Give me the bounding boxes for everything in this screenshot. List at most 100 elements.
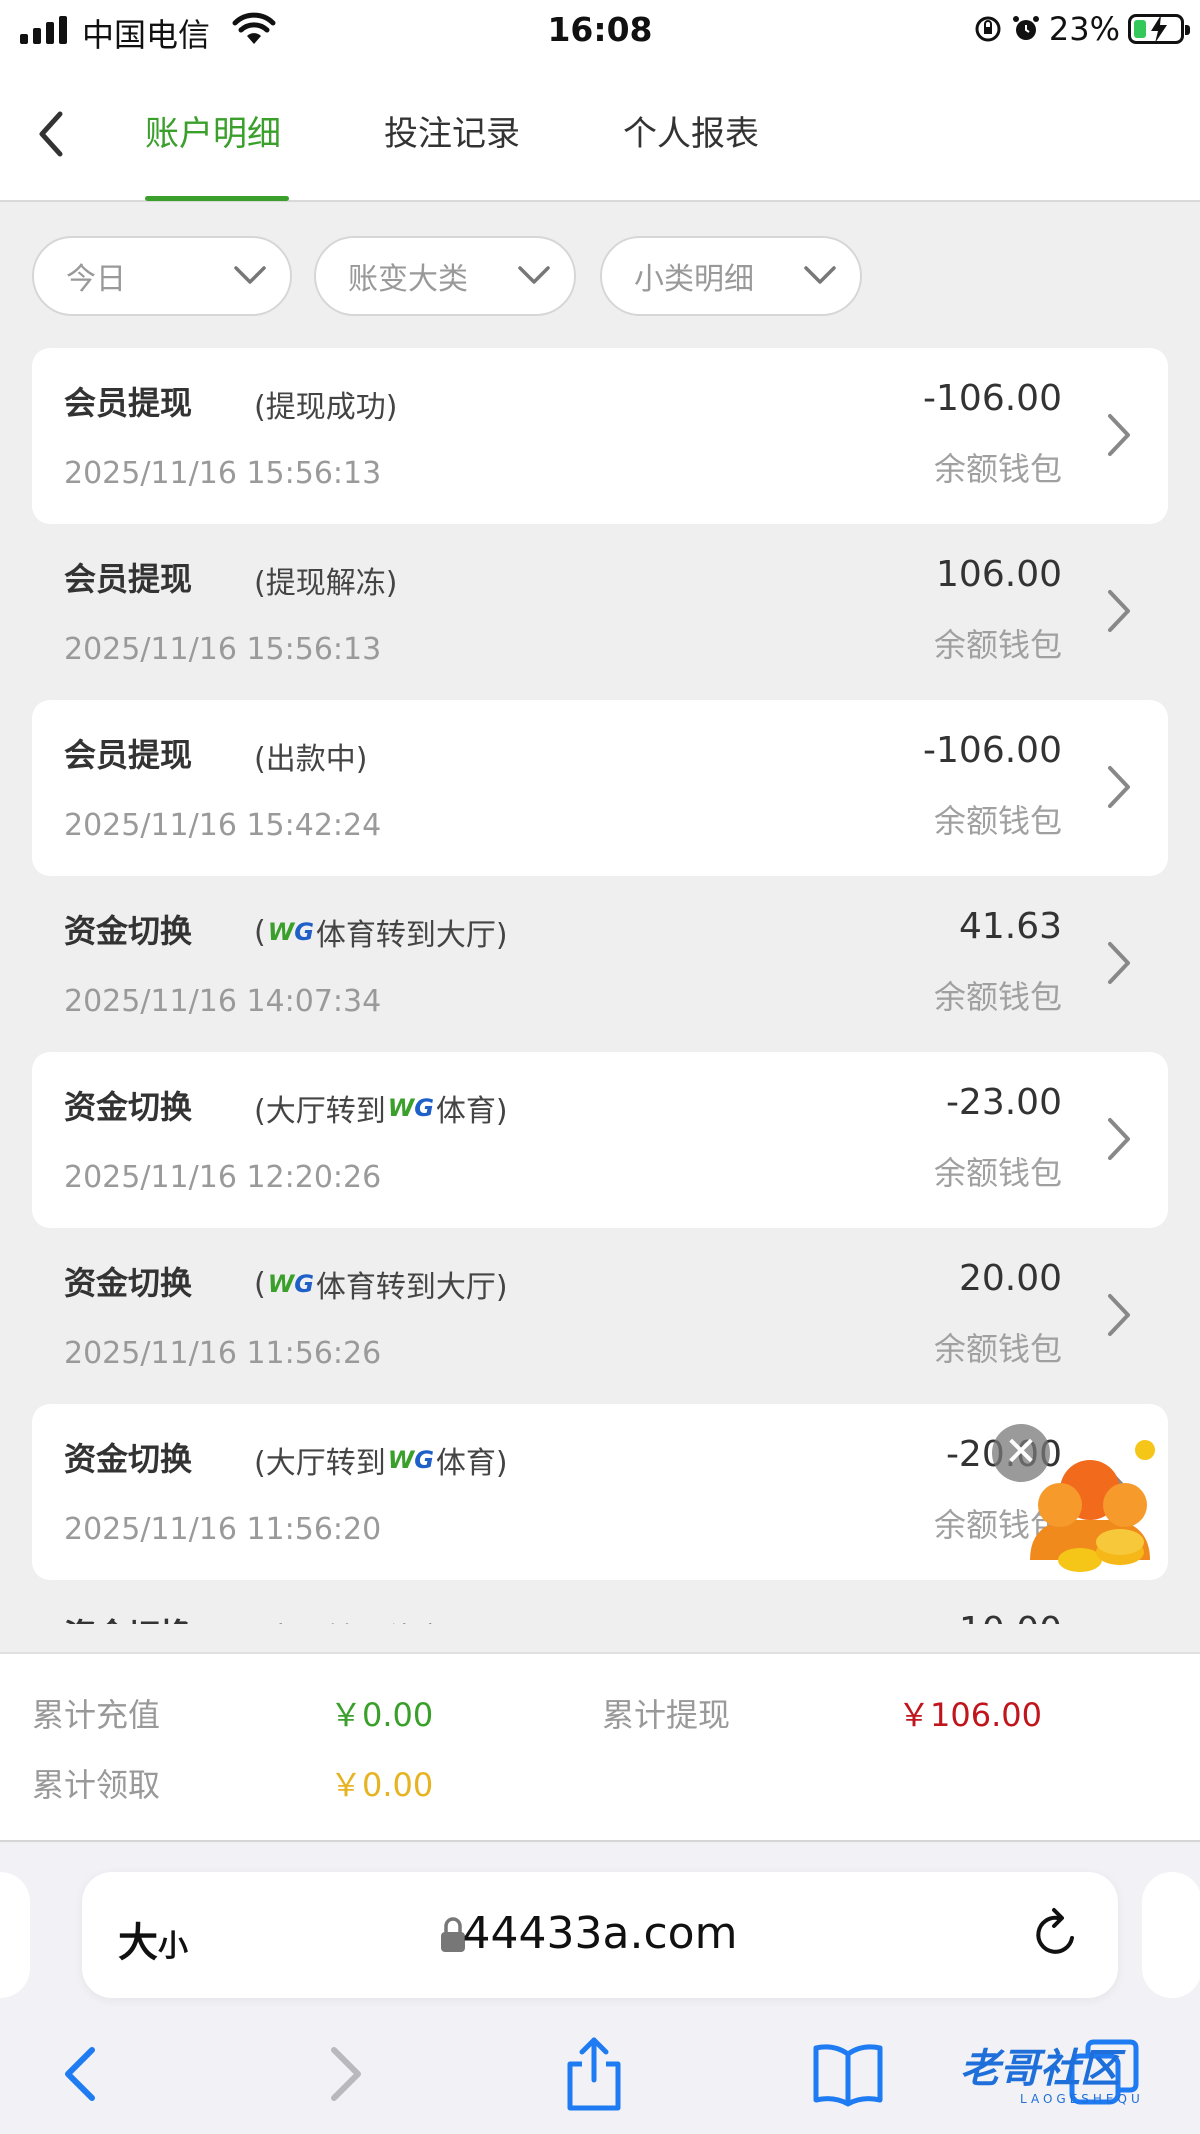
total-claim-value: ￥0.00 [330,1766,434,1804]
active-tab-indicator [145,196,289,201]
transaction-type: 资金切换 [64,1264,193,1302]
transaction-amount: -106.00 [923,378,1062,419]
subtype-text: 体育转到大厅) [315,918,508,953]
transaction-row[interactable]: 资金切换(大厅转到WG体育)2025/11/16 11:56:20-20.00余… [32,1404,1168,1580]
transaction-amount: -106.00 [923,730,1062,771]
category-filter-dropdown[interactable]: 账变大类 [314,236,576,316]
transaction-date: 2025/11/16 15:56:13 [64,456,382,491]
browser-back-icon[interactable] [44,2034,124,2114]
subtype-text: 体育) [435,1094,508,1129]
transaction-date: 2025/11/16 14:07:34 [64,984,382,1019]
date-filter-label: 今日 [66,262,126,297]
subtype-text: ( [254,914,266,950]
transaction-row[interactable]: 会员提现 (提现解冻) 2025/11/16 15:56:13 106.00 余额钱包 [32,524,1168,700]
subtype-text: (大厅转到 [254,1094,386,1129]
share-icon[interactable] [554,2034,634,2114]
bookmarks-icon[interactable] [808,2034,888,2114]
transaction-amount: 41.63 [958,906,1062,947]
transaction-date: 2025/11/16 15:56:13 [64,632,382,667]
chevron-down-icon [518,266,550,284]
tab-personal-report[interactable]: 个人报表 [623,106,759,155]
transaction-subtype: (W G 体育转到大厅) [254,910,508,954]
previous-tab-pill[interactable] [0,1872,30,1998]
transaction-row[interactable]: 会员提现 (提现成功) 2025/11/16 15:56:13 -106.00 余额钱包 [32,348,1168,524]
transaction-subtype: (提现解冻) [254,558,397,602]
transaction-amount: 10.00 [959,1610,1062,1624]
transaction-row[interactable]: 资金切换 (大厅转到 W G 体育) 2025/11/16 12:20:26 -23.00 余… [32,1052,1168,1228]
transaction-date: 2025/11/16 11:56:20 [64,1512,382,1547]
transaction-row[interactable]: 资金切换 (W G 体育转到大厅) 2025/11/16 14:07:34 41.63 余额… [32,876,1168,1052]
subtype-text: (出款中) [254,742,368,777]
tab-bet-records[interactable]: 投注记录 [384,106,520,155]
address-bar[interactable]: 大小 44433a.com [82,1872,1118,1998]
tab-account-details[interactable]: 账户明细 [145,106,281,155]
transaction-subtype: (大厅转到 W G 体育) [254,1438,508,1482]
coins-promo-icon[interactable] [1020,1430,1180,1580]
orientation-lock-icon [975,16,1001,42]
next-tab-pill[interactable] [1142,1872,1200,1998]
total-withdraw-label: 累计提现 [602,1696,731,1734]
date-filter-dropdown[interactable]: 今日 [32,236,292,316]
transaction-type: 资金切换 [64,1610,192,1624]
category-filter-label: 账变大类 [348,262,468,297]
alarm-icon [1012,16,1039,40]
transaction-row[interactable]: 资金切换 (W G 体育转到大厅) 2025/11/16 11:56:26 20.00 余额… [32,1228,1168,1404]
subtype-text: 体育) [386,1614,458,1624]
transaction-type: 会员提现 [64,384,193,422]
transaction-type: 资金切换 [64,1088,193,1126]
chevron-right-icon[interactable] [1104,586,1134,636]
subtype-text: (大厅转到 [254,1614,386,1624]
transaction-date: 2025/11/16 11:56:26 [64,1336,382,1371]
wallet-name: 余额钱包 [933,450,1062,488]
url-text: 44433a.com [462,1908,738,1959]
total-claim-label: 累计领取 [32,1766,161,1804]
chevron-right-icon[interactable] [1104,762,1134,812]
transaction-type: 会员提现 [64,560,193,598]
total-recharge-value: ￥0.00 [330,1696,434,1734]
transaction-type: 会员提现 [64,736,193,774]
transaction-date: 2025/11/16 12:20:26 [64,1160,382,1195]
transaction-type: 资金切换 [64,912,193,950]
transaction-subtype: (W G 体育转到大厅) [254,1262,508,1306]
browser-forward-icon[interactable] [302,2034,382,2114]
transaction-subtype: (大厅转到 W G 体育) [254,1086,508,1130]
total-recharge-label: 累计充值 [32,1696,161,1734]
reload-icon[interactable] [1030,1906,1082,1962]
status-bar: 中国电信 16:08 23% [0,0,1200,62]
subtype-text: (大厅转到 [254,1446,386,1481]
subcategory-filter-label: 小类明细 [634,262,754,297]
transaction-amount: 20.00 [958,1258,1062,1299]
total-withdraw-value: ￥106.00 [898,1696,1042,1734]
transaction-subtype: (大厅转到体育) [254,1614,457,1624]
chevron-right-icon[interactable] [1104,938,1134,988]
wg-logo-icon: WG [387,1446,434,1474]
subtype-text: (提现解冻) [254,566,398,601]
watermark-logo: 老哥社区 LAOGESHEQU [960,2046,1144,2106]
transaction-type: 资金切换 [64,1440,193,1478]
battery-icon [1128,14,1190,44]
chevron-right-icon[interactable] [1104,1290,1134,1340]
transaction-row[interactable]: 会员提现 (出款中) 2025/11/16 15:42:24 -106.00 余额钱包 [32,700,1168,876]
back-chevron-icon[interactable] [30,104,74,164]
wallet-name: 余额钱包 [933,802,1062,840]
transaction-amount: 106.00 [936,554,1062,595]
wallet-name: 余额钱包 [933,978,1062,1016]
wg-logo-icon: WG [267,918,314,946]
wg-logo-icon: WG [267,1270,314,1298]
battery-percent: 23% [1048,10,1120,48]
wallet-name: 余额钱包 [933,1330,1062,1368]
transaction-subtype: (出款中) [254,734,367,778]
subtype-text: 体育转到大厅) [315,1270,508,1305]
subtype-text: 体育) [435,1446,508,1481]
wallet-name: 余额钱包 [933,1154,1062,1192]
transaction-date: 2025/11/16 15:42:24 [64,808,382,843]
wg-logo-icon: WG [387,1094,434,1122]
subcategory-filter-dropdown[interactable]: 小类明细 [600,236,862,316]
chevron-right-icon[interactable] [1104,410,1134,460]
chevron-down-icon [234,266,266,284]
transaction-subtype: (提现成功) [254,382,397,426]
transaction-row[interactable]: 资金切换 (大厅转到体育) 10.00 [32,1580,1168,1624]
chevron-down-icon [804,266,836,284]
subtype-text: (提现成功) [254,390,398,425]
chevron-right-icon[interactable] [1104,1114,1134,1164]
